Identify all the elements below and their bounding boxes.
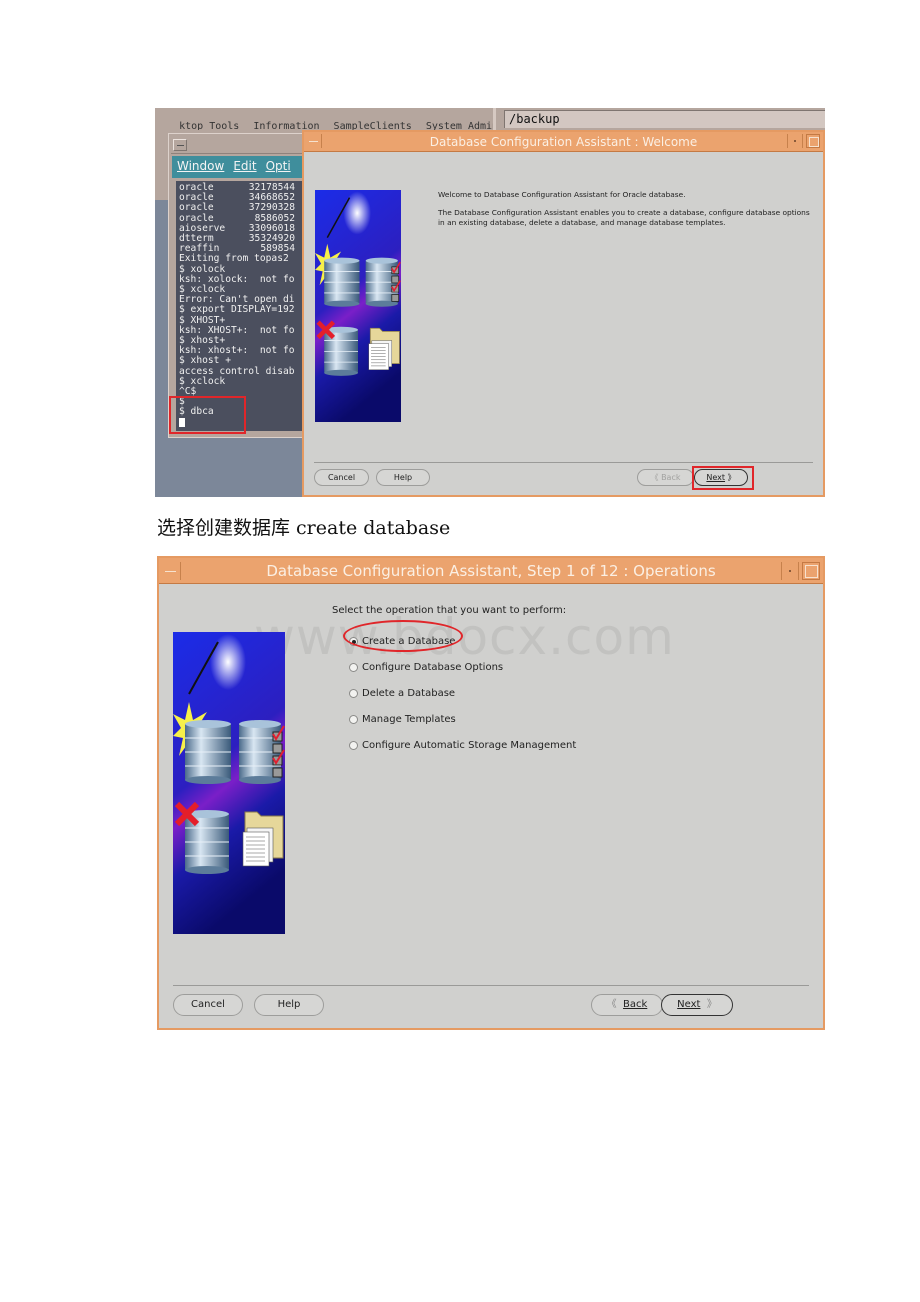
option-label: Delete a Database [362, 687, 456, 699]
maximize-icon[interactable] [806, 134, 820, 148]
database-create-icon [324, 257, 360, 307]
terminal-menu-bar: Window Edit Opti [172, 156, 307, 178]
window-title: Database Configuration Assistant : Welco… [429, 135, 698, 149]
window-menu-icon[interactable] [306, 134, 322, 148]
dbca-illustration [315, 190, 401, 422]
dbca-welcome-window: Database Configuration Assistant : Welco… [302, 130, 825, 497]
help-label: Help [277, 999, 301, 1010]
path-field[interactable]: /backup [504, 110, 825, 128]
option-configure-database-options[interactable]: Configure Database Options [349, 654, 576, 680]
desktop-menu-bar: ktop_Tools Information SampleClients System… [155, 108, 498, 132]
operation-prompt: Select the operation that you want to pe… [332, 605, 567, 616]
database-create-icon [185, 720, 231, 784]
chevron-right-icon: 》 [700, 999, 717, 1010]
magic-glow [343, 191, 372, 235]
next-label: Next [677, 999, 701, 1010]
option-label: Configure Automatic Storage Management [362, 739, 577, 751]
option-label: Configure Database Options [362, 661, 504, 673]
selection-highlight-circle [343, 620, 463, 652]
window-title: Database Configuration Assistant, Step 1… [266, 562, 716, 580]
checkbox-icon [391, 294, 400, 302]
next-button[interactable]: Next 》 [661, 994, 733, 1016]
window-menu-icon[interactable] [173, 139, 187, 151]
chevron-left-icon: 《 [606, 999, 624, 1010]
cancel-button[interactable]: Cancel [173, 994, 243, 1016]
window-title-bar[interactable]: Database Configuration Assistant, Step 1… [159, 558, 823, 584]
window-menu-icon[interactable] [161, 562, 181, 580]
cancel-label: Cancel [191, 999, 225, 1010]
path-panel: /backup [493, 108, 825, 132]
next-button-highlight [692, 466, 754, 490]
cancel-label: Cancel [327, 473, 356, 482]
divider [314, 462, 813, 463]
divider [173, 985, 809, 986]
cancel-button[interactable]: Cancel [314, 469, 369, 486]
menu-options[interactable]: Opti [266, 159, 291, 173]
minimize-icon[interactable] [781, 562, 799, 580]
welcome-text: Welcome to Database Configuration Assist… [438, 190, 818, 236]
back-label: Back [661, 473, 681, 482]
window-title-bar[interactable]: Database Configuration Assistant : Welco… [304, 132, 823, 152]
radio-button[interactable] [349, 662, 358, 672]
radio-button[interactable] [349, 688, 358, 698]
menu-window[interactable]: Window [177, 159, 224, 173]
dbca-illustration [173, 632, 285, 934]
screenshot-welcome: ktop_Tools Information SampleClients System… [155, 108, 825, 497]
option-label: Manage Templates [362, 713, 456, 725]
terminal-line: $ xclock [179, 375, 226, 387]
back-button[interactable]: 《 Back [591, 994, 663, 1016]
checkbox-icon [272, 767, 283, 778]
option-configure-asm[interactable]: Configure Automatic Storage Management [349, 732, 576, 758]
back-label: Back [623, 999, 648, 1010]
menu-edit[interactable]: Edit [233, 159, 256, 173]
option-delete-database[interactable]: Delete a Database [349, 680, 576, 706]
dbca-operations-window: Database Configuration Assistant, Step 1… [157, 556, 825, 1030]
radio-button[interactable] [349, 714, 358, 724]
magic-glow [210, 634, 246, 690]
back-button[interactable]: 《 Back [637, 469, 694, 486]
welcome-description: The Database Configuration Assistant ena… [438, 208, 810, 227]
chevron-left-icon: 《 [650, 473, 662, 482]
dbca-command-highlight [169, 396, 246, 434]
welcome-intro: Welcome to Database Configuration Assist… [438, 190, 686, 199]
help-button[interactable]: Help [376, 469, 430, 486]
minimize-icon[interactable] [787, 134, 803, 148]
checkbox-icon [272, 743, 283, 754]
terminal-title-bar[interactable] [171, 136, 307, 154]
terminal-output[interactable]: oracle 32178544 oracle 34668652 oracle 372903… [176, 181, 307, 431]
maximize-icon[interactable] [802, 562, 820, 580]
help-button[interactable]: Help [254, 994, 324, 1016]
caption: 选择创建数据库 create database [157, 517, 451, 539]
option-manage-templates[interactable]: Manage Templates [349, 706, 576, 732]
terminal-window: Window Edit Opti oracle 32178544 oracle 34668… [168, 133, 308, 438]
help-label: Help [393, 473, 413, 482]
radio-button[interactable] [349, 740, 358, 750]
checkbox-icon [391, 275, 400, 284]
